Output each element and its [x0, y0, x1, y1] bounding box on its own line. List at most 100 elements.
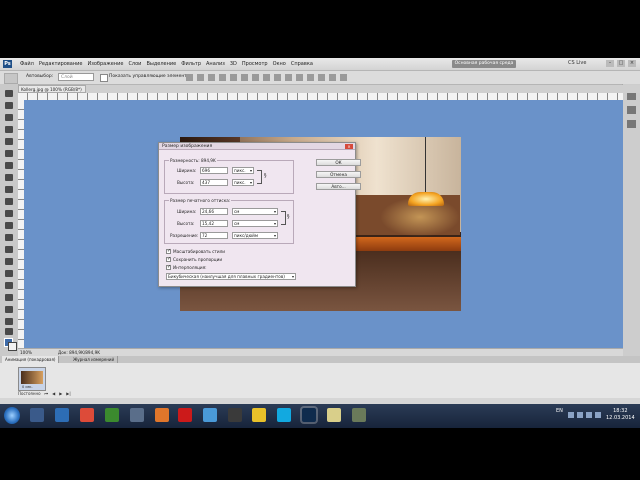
start-button[interactable] [4, 407, 20, 424]
language-indicator[interactable]: EN [556, 408, 563, 414]
quick-select-tool-icon[interactable] [5, 126, 13, 133]
width-unit-select[interactable]: пикс. [232, 167, 254, 174]
tool-app-icon[interactable] [352, 408, 366, 422]
align-right-icon[interactable] [241, 74, 248, 81]
resolution-unit-select[interactable]: пикс/дюйм [232, 232, 278, 239]
align-middle-icon[interactable] [197, 74, 204, 81]
dodge-tool-icon[interactable] [5, 246, 13, 253]
menu-filter[interactable]: Фильтр [181, 61, 201, 67]
distribute-middle-icon[interactable] [263, 74, 270, 81]
settings-app-icon[interactable] [130, 408, 144, 422]
menu-3d[interactable]: 3D [230, 61, 237, 67]
type-tool-icon[interactable] [5, 270, 13, 277]
tab-animation[interactable]: Анимация (покадровая) [2, 356, 60, 363]
path-select-tool-icon[interactable] [5, 282, 13, 289]
3d-rotate-icon[interactable] [318, 74, 325, 81]
eyedropper-tool-icon[interactable] [5, 150, 13, 157]
marquee-tool-icon[interactable] [5, 102, 13, 109]
height-unit-select[interactable]: пикс. [232, 179, 254, 186]
windows-explorer-icon[interactable] [30, 408, 44, 422]
scale-styles-checkbox[interactable] [166, 248, 171, 254]
layers-panel-icon[interactable] [627, 120, 636, 128]
photoshop-taskbar-icon[interactable] [302, 408, 316, 422]
ok-button[interactable]: ОК [316, 159, 361, 166]
cancel-button[interactable]: Отмена [316, 171, 361, 178]
adjustments-panel-icon[interactable] [627, 106, 636, 114]
shape-tool-icon[interactable] [5, 294, 13, 301]
tray-power-icon[interactable] [595, 412, 601, 418]
3d-pan-icon[interactable] [340, 74, 347, 81]
chrome-icon[interactable] [80, 408, 94, 422]
background-color-swatch[interactable] [8, 342, 17, 351]
cs-live-button[interactable]: CS Live [568, 60, 586, 66]
minimize-icon[interactable]: – [606, 60, 614, 67]
distribute-right-icon[interactable] [307, 74, 314, 81]
first-frame-icon[interactable]: ⏮ [45, 391, 49, 396]
3d-tool-icon[interactable] [5, 306, 13, 313]
menu-window[interactable]: Окно [273, 61, 286, 67]
distribute-left-icon[interactable] [285, 74, 292, 81]
blur-tool-icon[interactable] [5, 234, 13, 241]
auto-button[interactable]: Авто... [316, 183, 361, 190]
clone-stamp-tool-icon[interactable] [5, 186, 13, 193]
tray-network-icon[interactable] [577, 412, 583, 418]
menu-select[interactable]: Выделение [146, 61, 176, 67]
resample-checkbox[interactable] [166, 264, 171, 270]
zoom-tool-icon[interactable] [5, 328, 13, 335]
ie-browser-icon[interactable] [55, 408, 69, 422]
video-editor-icon[interactable] [228, 408, 242, 422]
pen-tool-icon[interactable] [5, 258, 13, 265]
play-icon[interactable]: ▶ [59, 391, 62, 396]
canvas-area[interactable]: Размер изображения × Размерность: 894,9K… [24, 100, 623, 348]
print-width-input[interactable]: 24,66 [200, 208, 228, 215]
eraser-tool-icon[interactable] [5, 210, 13, 217]
next-frame-icon[interactable]: ▶| [66, 391, 70, 396]
move-tool-icon[interactable] [5, 90, 13, 97]
maximize-icon[interactable]: □ [617, 60, 625, 67]
brush-tool-icon[interactable] [5, 174, 13, 181]
menu-analysis[interactable]: Анализ [206, 61, 225, 67]
menu-image[interactable]: Изображение [87, 61, 123, 67]
utorrent-icon[interactable] [105, 408, 119, 422]
system-clock[interactable]: 18:32 12.03.2014 [606, 408, 635, 422]
tray-flag-icon[interactable] [568, 412, 574, 418]
healing-brush-tool-icon[interactable] [5, 162, 13, 169]
close-window-icon[interactable]: × [628, 60, 636, 67]
menu-file[interactable]: Файл [20, 61, 34, 67]
hand-tool-icon[interactable] [5, 318, 13, 325]
align-left-icon[interactable] [219, 74, 226, 81]
skype-icon[interactable] [277, 408, 291, 422]
constrain-proportions-checkbox[interactable] [166, 256, 171, 262]
color-panel-icon[interactable] [627, 92, 636, 100]
gradient-tool-icon[interactable] [5, 222, 13, 229]
prev-frame-icon[interactable]: ◀ [52, 391, 55, 396]
align-center-icon[interactable] [230, 74, 237, 81]
crop-tool-icon[interactable] [5, 138, 13, 145]
align-bottom-icon[interactable] [208, 74, 215, 81]
lasso-tool-icon[interactable] [5, 114, 13, 121]
zoom-level[interactable]: 100% [20, 349, 32, 356]
menu-layers[interactable]: Слои [128, 61, 141, 67]
menu-edit[interactable]: Редактирование [39, 61, 83, 67]
3d-roll-icon[interactable] [329, 74, 336, 81]
distribute-top-icon[interactable] [252, 74, 259, 81]
distribute-center-icon[interactable] [296, 74, 303, 81]
show-controls-checkbox[interactable] [100, 74, 108, 82]
firefox-icon[interactable] [155, 408, 169, 422]
media-player-icon[interactable] [252, 408, 266, 422]
resample-method-select[interactable]: Бикубическая (наилучшая для плавных град… [166, 273, 296, 280]
history-brush-tool-icon[interactable] [5, 198, 13, 205]
workspace-button[interactable]: Основная рабочая среда [452, 60, 516, 68]
loop-select[interactable]: Постоянно [18, 391, 41, 396]
print-height-unit-select[interactable]: см [232, 220, 278, 227]
tray-volume-icon[interactable] [586, 412, 592, 418]
print-height-input[interactable]: 15,42 [200, 220, 228, 227]
close-icon[interactable]: × [345, 144, 353, 149]
align-top-icon[interactable] [186, 74, 193, 81]
document-info[interactable]: Док: 894,9K/894,9K [58, 349, 100, 356]
tab-measurement-log[interactable]: Журнал измерений [70, 356, 119, 363]
notes-app-icon[interactable] [327, 408, 341, 422]
opera-icon[interactable] [178, 408, 192, 422]
messenger-icon[interactable] [203, 408, 217, 422]
height-input[interactable]: 437 [200, 179, 228, 186]
